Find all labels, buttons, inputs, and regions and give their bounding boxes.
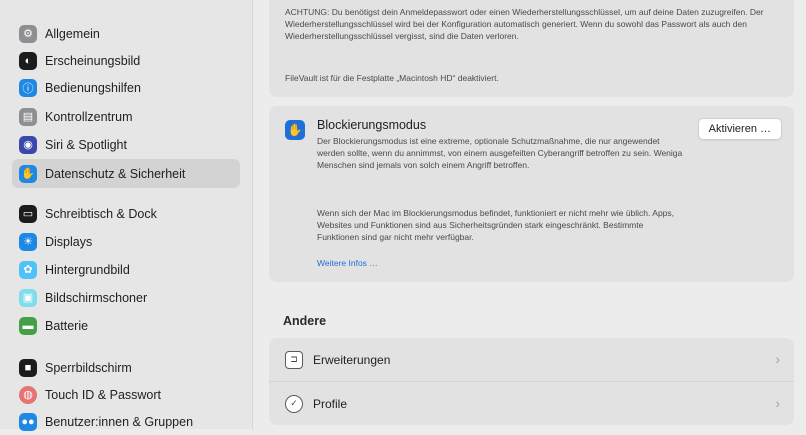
chevron-right-icon: › [775, 395, 780, 411]
sidebar-item-label: Sperrbildschirm [45, 360, 132, 375]
sidebar-item-kontrollzentrum[interactable]: ▤ Kontrollzentrum [12, 103, 240, 130]
row-erweiterungen[interactable]: ⊐ Erweiterungen › [269, 338, 794, 382]
sidebar-item-schreibtisch-dock[interactable]: ▭ Schreibtisch & Dock [12, 200, 240, 227]
sidebar-item-benutzer-gruppen[interactable]: ●● Benutzer:innen & Gruppen [12, 408, 240, 435]
users-icon: ●● [19, 412, 37, 431]
sidebar-item-hintergrundbild[interactable]: ✿ Hintergrundbild [12, 256, 240, 283]
extensions-icon: ⊐ [285, 350, 303, 369]
appearance-icon: ◐ [19, 51, 37, 70]
sidebar-item-displays[interactable]: ☀ Displays [12, 228, 240, 255]
accessibility-icon: ⓘ [19, 78, 37, 97]
sidebar-item-label: Benutzer:innen & Gruppen [45, 414, 194, 429]
battery-icon: ▬ [19, 316, 37, 335]
sidebar-item-label: Batterie [45, 318, 89, 333]
sidebar-item-bildschirmschoner[interactable]: ▣ Bildschirmschoner [12, 284, 240, 311]
main-content: ACHTUNG: Du benötigst dein Anmeldepasswo… [253, 0, 806, 429]
siri-icon: ◉ [19, 135, 37, 154]
fingerprint-icon: ◍ [19, 385, 37, 404]
sidebar-item-touch-id[interactable]: ◍ Touch ID & Passwort [12, 381, 240, 408]
lockdown-card: ✋ Blockierungsmodus Aktivieren … Der Blo… [269, 106, 794, 282]
filevault-card: ACHTUNG: Du benötigst dein Anmeldepasswo… [269, 0, 794, 97]
lockdown-description: Der Blockierungsmodus ist eine extreme, … [317, 136, 683, 170]
dock-icon: ▭ [19, 204, 37, 223]
sidebar-item-label: Erscheinungsbild [45, 53, 141, 68]
filevault-warning: ACHTUNG: Du benötigst dein Anmeldepasswo… [285, 7, 764, 41]
sidebar-item-label: Hintergrundbild [45, 262, 130, 277]
hand-icon: ✋ [19, 164, 37, 183]
lockdown-description-2: Wenn sich der Mac im Blockierungsmodus b… [317, 208, 675, 242]
hand-icon: ✋ [285, 120, 305, 140]
activate-button[interactable]: Aktivieren … [697, 118, 782, 140]
wallpaper-icon: ✿ [19, 260, 37, 279]
profiles-icon: ✓ [285, 394, 303, 413]
sidebar-item-label: Allgemein [45, 26, 100, 41]
sidebar-item-erscheinungsbild[interactable]: ◐ Erscheinungsbild [12, 47, 240, 74]
sidebar-item-label: Siri & Spotlight [45, 137, 127, 152]
row-label: Erweiterungen [313, 352, 391, 367]
section-heading-andere: Andere [283, 314, 327, 328]
filevault-status: FileVault ist für die Festplatte „Macint… [285, 73, 499, 83]
sidebar-item-batterie[interactable]: ▬ Batterie [12, 312, 240, 339]
sidebar-item-sperrbildschirm[interactable]: ■ Sperrbildschirm [12, 354, 240, 381]
lock-icon: ■ [19, 358, 37, 377]
sidebar-item-label: Schreibtisch & Dock [45, 206, 157, 221]
chevron-right-icon: › [775, 351, 780, 367]
sidebar-item-siri-spotlight[interactable]: ◉ Siri & Spotlight [12, 131, 240, 158]
sidebar-item-label: Touch ID & Passwort [45, 387, 162, 402]
row-label: Profile [313, 396, 348, 411]
lockdown-title: Blockierungsmodus [317, 118, 427, 132]
sidebar-item-label: Displays [45, 234, 93, 249]
sidebar: ⚙ Allgemein ◐ Erscheinungsbild ⓘ Bedienu… [0, 0, 253, 431]
control-center-icon: ▤ [19, 107, 37, 126]
sidebar-item-allgemein[interactable]: ⚙ Allgemein [12, 20, 240, 47]
more-info-link[interactable]: Weitere Infos … [317, 258, 378, 268]
sidebar-item-datenschutz-sicherheit[interactable]: ✋ Datenschutz & Sicherheit [12, 159, 240, 188]
row-profile[interactable]: ✓ Profile › [269, 382, 794, 425]
sidebar-item-label: Datenschutz & Sicherheit [45, 166, 186, 181]
sidebar-item-label: Kontrollzentrum [45, 109, 133, 124]
sidebar-item-bedienungshilfen[interactable]: ⓘ Bedienungshilfen [12, 74, 240, 101]
display-icon: ☀ [19, 232, 37, 251]
gear-icon: ⚙ [19, 24, 37, 43]
sidebar-item-label: Bedienungshilfen [45, 80, 141, 95]
screensaver-icon: ▣ [19, 288, 37, 307]
sidebar-item-label: Bildschirmschoner [45, 290, 148, 305]
